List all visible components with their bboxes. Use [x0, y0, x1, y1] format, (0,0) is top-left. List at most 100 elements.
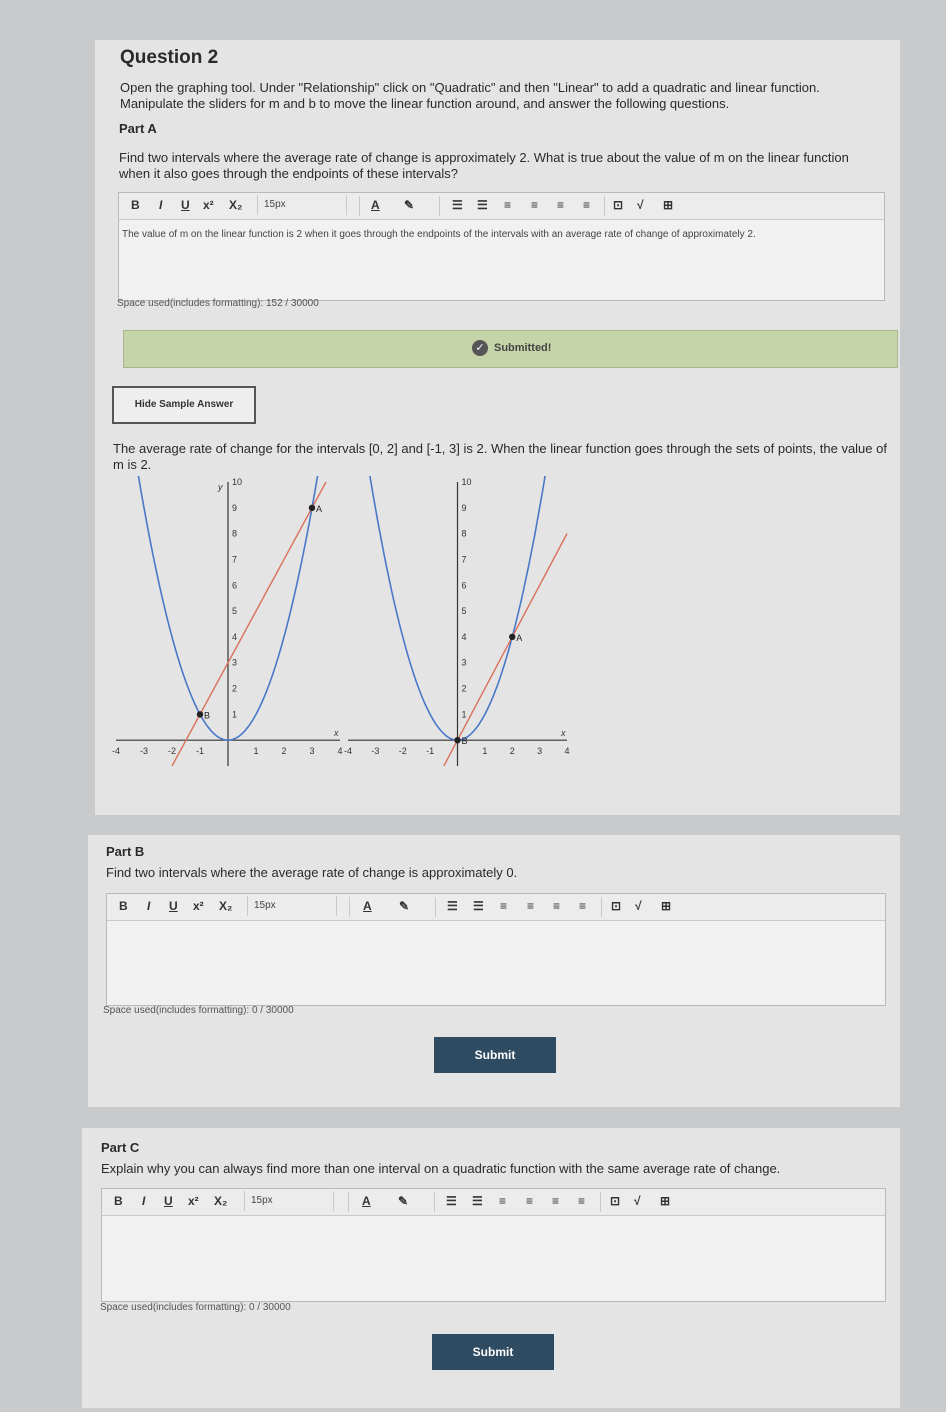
linear-series — [171, 481, 327, 767]
highlight-icon[interactable]: ✎ — [404, 198, 414, 212]
part-c-editor[interactable]: B I U x² X₂ 15px A ✎ ☰ ☰ ≡ ≡ ≡ ≡ ⊡ √ ⊞ — [101, 1188, 886, 1302]
align-right-icon[interactable]: ≡ — [557, 198, 564, 212]
y-tick-label: 7 — [232, 554, 237, 564]
hide-sample-answer-button[interactable]: Hide Sample Answer — [112, 386, 256, 424]
y-tick-label: 6 — [232, 580, 237, 590]
align-justify-icon[interactable]: ≡ — [583, 198, 590, 212]
x-tick-label: 3 — [537, 746, 542, 756]
y-tick-label: 7 — [462, 554, 467, 564]
question-prompt: Open the graphing tool. Under "Relations… — [120, 80, 820, 111]
y-tick-label: 1 — [462, 709, 467, 719]
y-tick-label: 2 — [462, 684, 467, 694]
bold-button[interactable]: B — [131, 198, 140, 212]
formula-icon[interactable]: √ — [635, 899, 642, 913]
underline-button[interactable]: U — [181, 198, 190, 212]
bold-button[interactable]: B — [114, 1194, 123, 1208]
image-icon[interactable]: ⊡ — [610, 1194, 620, 1208]
align-right-icon[interactable]: ≡ — [553, 899, 560, 913]
x-tick-label: 4 — [564, 746, 569, 756]
x-tick-label: -2 — [399, 746, 407, 756]
superscript-button[interactable]: x² — [203, 198, 214, 212]
toolbar-divider — [349, 897, 350, 917]
y-tick-label: 4 — [462, 632, 467, 642]
part-b-heading: Part B — [106, 844, 145, 859]
part-a-answer-text[interactable]: The value of m on the linear function is… — [122, 229, 756, 240]
y-tick-label: 10 — [232, 477, 242, 487]
subscript-button[interactable]: X₂ — [229, 198, 242, 212]
bullet-list-icon[interactable]: ☰ — [446, 1194, 457, 1208]
table-icon[interactable]: ⊞ — [661, 899, 671, 913]
align-center-icon[interactable]: ≡ — [527, 899, 534, 913]
y-tick-label: 1 — [232, 709, 237, 719]
x-tick-label: -1 — [426, 746, 434, 756]
italic-button[interactable]: I — [147, 899, 150, 913]
part-c-heading: Part C — [101, 1140, 140, 1155]
underline-button[interactable]: U — [169, 899, 178, 913]
linear-series — [443, 533, 568, 767]
align-left-icon[interactable]: ≡ — [499, 1194, 506, 1208]
subscript-button[interactable]: X₂ — [219, 899, 232, 913]
align-right-icon[interactable]: ≡ — [552, 1194, 559, 1208]
toolbar-divider — [604, 196, 605, 216]
toolbar-divider — [601, 897, 602, 917]
y-tick-label: 9 — [232, 503, 237, 513]
superscript-button[interactable]: x² — [193, 899, 204, 913]
part-a-editor[interactable]: B I U x² X₂ 15px A ✎ ☰ ☰ ≡ ≡ ≡ ≡ ⊡ √ ⊞ T… — [118, 192, 885, 301]
image-icon[interactable]: ⊡ — [613, 198, 623, 212]
bold-button[interactable]: B — [119, 899, 128, 913]
numbered-list-icon[interactable]: ☰ — [472, 1194, 483, 1208]
font-size-select[interactable]: 15px — [247, 896, 337, 916]
font-size-select[interactable]: 15px — [257, 195, 347, 215]
part-b-prompt: Find two intervals where the average rat… — [106, 865, 518, 880]
font-color-button[interactable]: A — [363, 899, 372, 913]
x-tick-label: 2 — [510, 746, 515, 756]
numbered-list-icon[interactable]: ☰ — [477, 198, 488, 212]
align-center-icon[interactable]: ≡ — [526, 1194, 533, 1208]
part-c-submit-button[interactable]: Submit — [432, 1334, 554, 1370]
align-left-icon[interactable]: ≡ — [504, 198, 511, 212]
formula-icon[interactable]: √ — [637, 198, 644, 212]
submitted-label: Submitted! — [494, 342, 552, 354]
bullet-list-icon[interactable]: ☰ — [447, 899, 458, 913]
highlight-icon[interactable]: ✎ — [398, 1194, 408, 1208]
font-color-button[interactable]: A — [362, 1194, 371, 1208]
underline-button[interactable]: U — [164, 1194, 173, 1208]
table-icon[interactable]: ⊞ — [663, 198, 673, 212]
point-label: A — [316, 504, 322, 514]
x-tick-label: -2 — [168, 746, 176, 756]
numbered-list-icon[interactable]: ☰ — [473, 899, 484, 913]
part-c-prompt: Explain why you can always find more tha… — [101, 1161, 781, 1176]
sample-answer-text: The average rate of change for the inter… — [113, 441, 887, 472]
x-tick-label: -4 — [112, 746, 120, 756]
point-b — [454, 736, 461, 744]
toolbar-divider — [439, 196, 440, 216]
subscript-button[interactable]: X₂ — [214, 1194, 227, 1208]
toolbar-divider — [434, 1192, 435, 1212]
font-size-select[interactable]: 15px — [244, 1191, 334, 1211]
y-tick-label: 10 — [462, 477, 472, 487]
toolbar-divider — [359, 196, 360, 216]
superscript-button[interactable]: x² — [188, 1194, 199, 1208]
italic-button[interactable]: I — [159, 198, 162, 212]
formula-icon[interactable]: √ — [634, 1194, 641, 1208]
align-left-icon[interactable]: ≡ — [500, 899, 507, 913]
graph-2: -4 -3 -2 -1 1 2 3 4 1 2 3 4 5 6 7 8 9 10 x A B — [344, 476, 570, 767]
y-tick-label: 9 — [462, 503, 467, 513]
part-b-editor[interactable]: B I U x² X₂ 15px A ✎ ☰ ☰ ≡ ≡ ≡ ≡ ⊡ √ ⊞ — [106, 893, 886, 1006]
submitted-banner: ✓ Submitted! — [123, 330, 898, 368]
image-icon[interactable]: ⊡ — [611, 899, 621, 913]
point-a — [308, 504, 316, 512]
part-b-submit-button[interactable]: Submit — [434, 1037, 556, 1073]
highlight-icon[interactable]: ✎ — [399, 899, 409, 913]
align-center-icon[interactable]: ≡ — [531, 198, 538, 212]
y-tick-label: 2 — [232, 684, 237, 694]
x-axis-label: x — [560, 728, 566, 738]
align-justify-icon[interactable]: ≡ — [579, 899, 586, 913]
align-justify-icon[interactable]: ≡ — [578, 1194, 585, 1208]
font-color-button[interactable]: A — [371, 198, 380, 212]
x-tick-label: 3 — [309, 746, 314, 756]
bullet-list-icon[interactable]: ☰ — [452, 198, 463, 212]
italic-button[interactable]: I — [142, 1194, 145, 1208]
table-icon[interactable]: ⊞ — [660, 1194, 670, 1208]
point-label: B — [462, 736, 468, 746]
